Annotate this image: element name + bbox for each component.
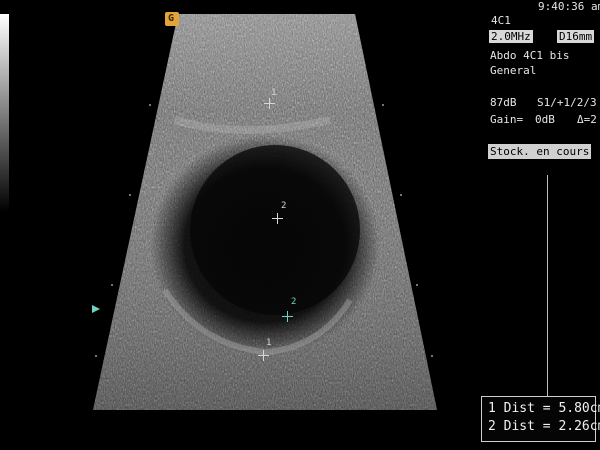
caliper-lower-teal[interactable] bbox=[282, 311, 293, 322]
caliper-bottom-tag: 1 bbox=[266, 338, 272, 348]
probe-marker-letter: G bbox=[168, 13, 175, 24]
probe-orientation-marker: G bbox=[165, 12, 179, 26]
gain-label: Gain= bbox=[490, 113, 524, 126]
frequency-badge: 2.0MHz bbox=[489, 30, 533, 43]
distance-1-readout: 1 Dist = 5.80cm bbox=[488, 401, 600, 416]
mode-label: General bbox=[490, 64, 537, 77]
dynamic-range-label: 87dB bbox=[490, 96, 517, 109]
caliper-bottom[interactable] bbox=[258, 350, 269, 361]
caliper-top-tag: 1 bbox=[271, 88, 277, 98]
probe-name: 4C1 bbox=[491, 14, 511, 27]
focus-arrow-icon bbox=[92, 305, 100, 313]
caliper-top[interactable] bbox=[264, 98, 275, 109]
caliper-mid-tag: 2 bbox=[281, 201, 287, 211]
caliper-mid[interactable] bbox=[272, 213, 283, 224]
ultrasound-screen: G 1 2 2 1 9:40:36 am 4C1 2.0MHz D16mm Ab… bbox=[0, 0, 600, 450]
clock-time: 9:40:36 am bbox=[538, 0, 600, 13]
preset-label: Abdo 4C1 bis bbox=[490, 49, 570, 62]
delta-value: Δ=2 bbox=[577, 113, 597, 126]
storage-status-badge: Stock. en cours bbox=[488, 144, 592, 159]
gain-value: 0dB bbox=[535, 113, 555, 126]
depth-badge: D16mm bbox=[557, 30, 595, 43]
caliper-lower-tag: 2 bbox=[291, 297, 297, 307]
scale-line bbox=[547, 175, 548, 403]
settings-values: S1/+1/2/3 bbox=[537, 96, 597, 109]
measurement-panel: 1 Dist = 5.80cm 2 Dist = 2.26cm bbox=[481, 396, 600, 442]
distance-2-readout: 2 Dist = 2.26cm bbox=[488, 419, 600, 434]
